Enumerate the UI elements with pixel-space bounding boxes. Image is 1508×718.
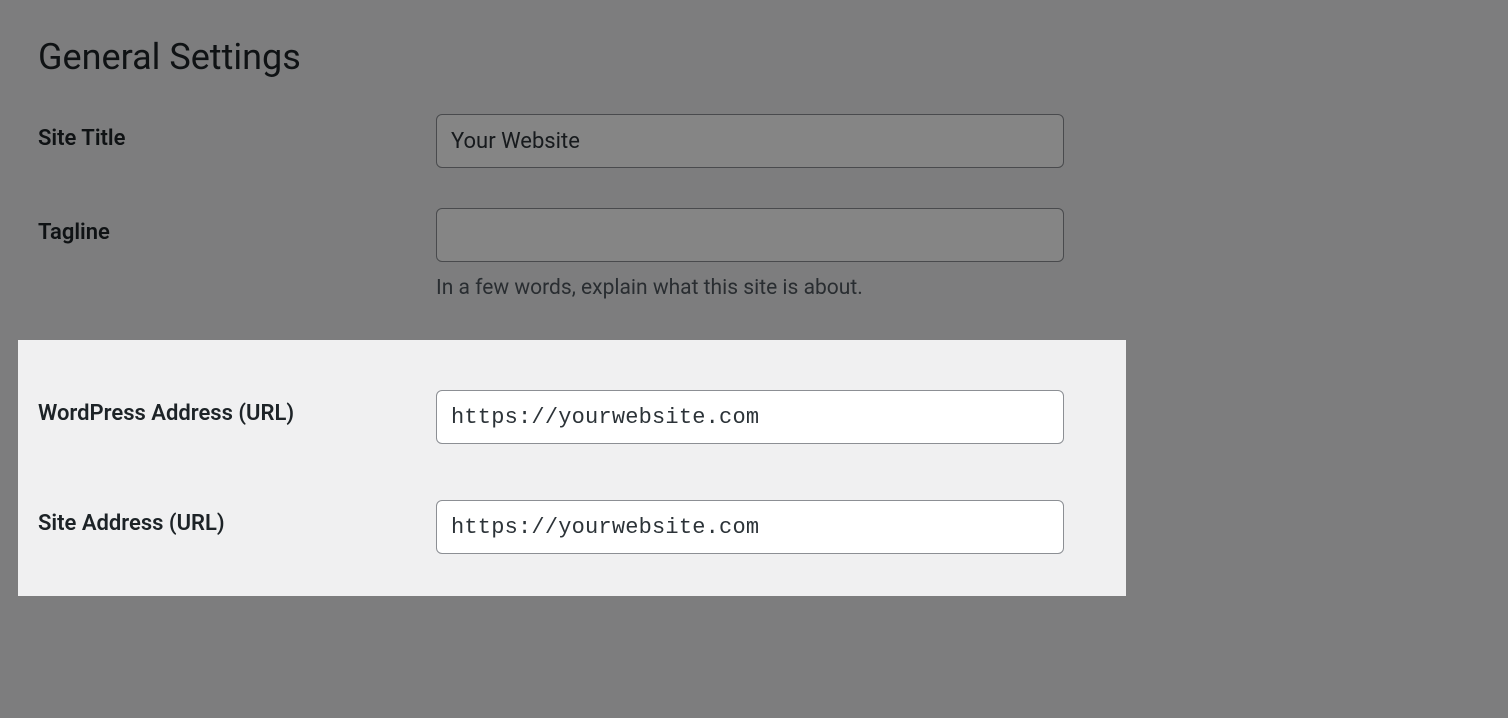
tagline-input[interactable] (436, 208, 1064, 262)
site-address-row: Site Address (URL) (38, 500, 1106, 554)
site-title-label: Site Title (38, 126, 125, 151)
site-title-row: Site Title (38, 114, 1470, 168)
page-title: General Settings (38, 36, 1470, 78)
tagline-description: In a few words, explain what this site i… (436, 276, 1470, 300)
tagline-row: Tagline In a few words, explain what thi… (38, 208, 1470, 300)
wp-address-label: WordPress Address (URL) (38, 401, 294, 426)
site-title-input[interactable] (436, 114, 1064, 168)
tagline-label: Tagline (38, 220, 110, 245)
wp-address-row: WordPress Address (URL) (38, 390, 1106, 444)
wp-address-input[interactable] (436, 390, 1064, 444)
site-address-label: Site Address (URL) (38, 511, 225, 536)
highlight-panel: WordPress Address (URL) Site Address (UR… (18, 340, 1126, 596)
site-address-input[interactable] (436, 500, 1064, 554)
